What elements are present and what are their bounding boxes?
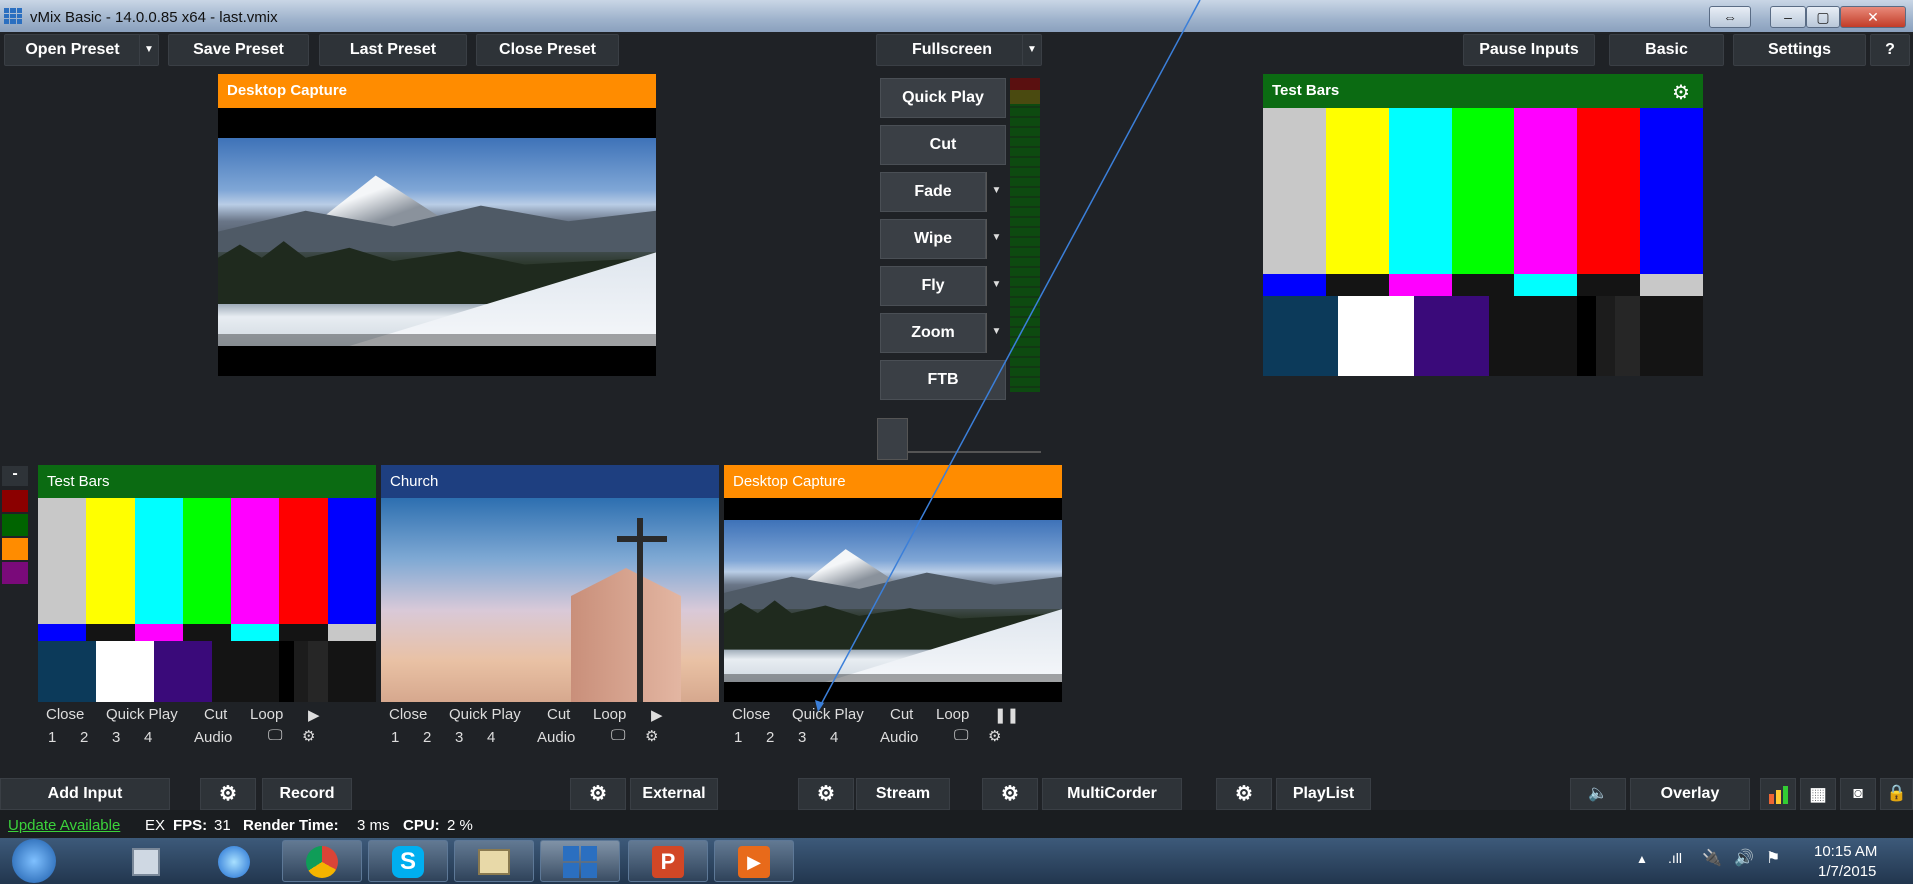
audio-mixer-icon[interactable] (1760, 778, 1796, 810)
cpu-label: CPU: (403, 817, 440, 834)
render-time-label: Render Time: (243, 817, 339, 834)
external-button[interactable]: External (630, 778, 718, 810)
record-button[interactable]: Record (262, 778, 352, 810)
network-signal-icon[interactable]: .ıll (1668, 850, 1682, 866)
fps-label: FPS: (173, 817, 208, 834)
external-gear-icon[interactable]: ⚙ (570, 778, 626, 810)
update-available-link[interactable]: Update Available (8, 817, 120, 834)
annotation-arrow (815, 0, 1201, 712)
playlist-button[interactable]: PlayList (1276, 778, 1371, 810)
calculator-icon[interactable] (106, 840, 186, 882)
fps-value: 31 (214, 817, 231, 834)
action-center-flag-icon[interactable]: ⚑ (1766, 848, 1780, 868)
speaker-icon[interactable]: 🔈 (1570, 778, 1626, 810)
record-gear-icon[interactable]: ⚙ (200, 778, 256, 810)
lock-icon[interactable]: 🔒 (1880, 778, 1913, 810)
start-orb-icon[interactable] (12, 839, 56, 883)
volume-icon[interactable]: 🔊 (1734, 848, 1754, 868)
status-bar: Update Available EX FPS: 31 Render Time:… (0, 810, 1913, 840)
media-player-icon[interactable] (194, 840, 274, 882)
powerpoint-icon[interactable]: P (628, 840, 708, 882)
multiview-icon[interactable]: ▦ (1800, 778, 1836, 810)
clock-time[interactable]: 10:15 AM (1814, 843, 1877, 860)
windows-taskbar: S P ▶ ▲ .ıll 🔌 🔊 ⚑ 10:15 AM 1/7/2015 (0, 838, 1913, 884)
chrome-icon[interactable] (282, 840, 362, 882)
stream-gear-icon[interactable]: ⚙ (798, 778, 854, 810)
power-icon[interactable]: 🔌 (1702, 848, 1722, 868)
multicorder-button[interactable]: MultiCorder (1042, 778, 1182, 810)
cpu-value: 2 % (447, 817, 473, 834)
vmix-taskbar-icon[interactable] (540, 840, 620, 882)
video-player-icon[interactable]: ▶ (714, 840, 794, 882)
playlist-gear-icon[interactable]: ⚙ (1216, 778, 1272, 810)
render-time-value: 3 ms (357, 817, 390, 834)
overlay-button[interactable]: Overlay (1630, 778, 1750, 810)
tray-arrow-icon[interactable]: ▲ (1636, 852, 1648, 866)
stream-button[interactable]: Stream (856, 778, 950, 810)
snapshot-icon[interactable]: ◙ (1840, 778, 1876, 810)
skype-icon[interactable]: S (368, 840, 448, 882)
file-explorer-icon[interactable] (454, 840, 534, 882)
multicorder-gear-icon[interactable]: ⚙ (982, 778, 1038, 810)
clock-date[interactable]: 1/7/2015 (1818, 863, 1876, 880)
ex-label: EX (145, 817, 166, 834)
add-input-button[interactable]: Add Input (0, 778, 170, 810)
